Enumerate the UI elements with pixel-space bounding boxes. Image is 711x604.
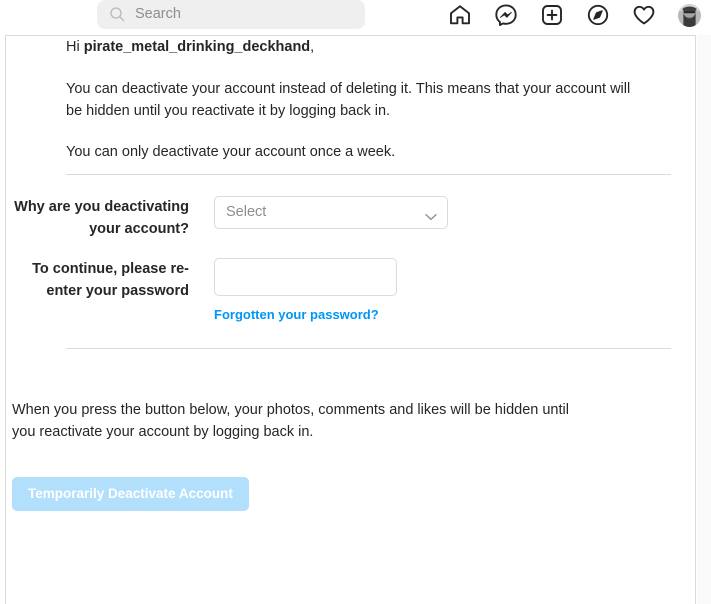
search-input[interactable] [135,6,335,22]
top-navbar [0,0,711,30]
password-field: Forgotten your password? [214,258,397,324]
home-icon[interactable] [448,3,472,27]
navbar-left-spacer [0,15,97,16]
password-row: To continue, please re-enter your passwo… [6,258,695,324]
search-box[interactable] [97,0,365,29]
heart-icon[interactable] [632,3,656,27]
footer-block: When you press the button below, your ph… [6,399,695,511]
reason-select-wrap[interactable]: Select [214,196,448,229]
footer-paragraph: When you press the button below, your ph… [12,402,569,440]
right-gutter [697,35,711,604]
explore-icon[interactable] [586,3,610,27]
deactivate-account-card: Hi pirate_metal_drinking_deckhand, You c… [5,35,696,604]
divider-top [66,174,671,175]
search-icon [109,6,125,22]
info-paragraph-1: You can deactivate your account instead … [66,81,631,119]
divider-bottom [66,348,671,349]
greeting-line: Hi pirate_metal_drinking_deckhand, [66,36,667,56]
greeting-prefix: Hi [66,39,84,55]
card-content: Hi pirate_metal_drinking_deckhand, You c… [6,36,695,511]
password-label: To continue, please re-enter your passwo… [32,261,189,299]
password-input[interactable] [214,258,397,296]
reason-label: Why are you deactivating your account? [14,199,189,237]
reason-field: Select [214,196,448,229]
info-paragraph-2: You can only deactivate your account onc… [66,144,396,160]
messenger-icon[interactable] [494,3,518,27]
profile-avatar[interactable] [678,3,701,27]
new-post-icon[interactable] [540,3,564,27]
greeting-suffix: , [310,39,315,55]
deactivation-form: Why are you deactivating your account? S… [6,196,695,324]
username: pirate_metal_drinking_deckhand [83,39,311,55]
temporarily-deactivate-account-button[interactable]: Temporarily Deactivate Account [12,477,249,511]
reason-select[interactable]: Select [214,196,448,229]
navbar-icon-group [448,0,701,30]
forgot-password-link[interactable]: Forgotten your password? [214,307,379,322]
reason-row: Why are you deactivating your account? S… [6,196,695,240]
